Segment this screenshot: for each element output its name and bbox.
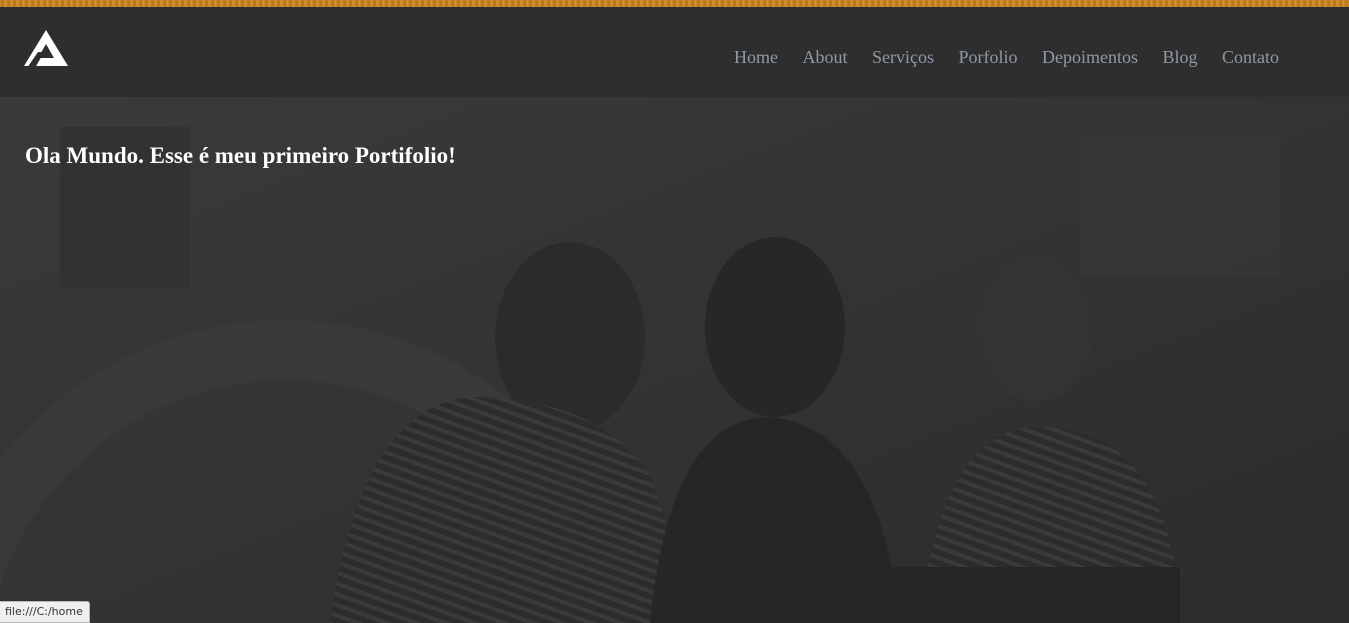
top-accent-strip bbox=[0, 0, 1349, 7]
nav-item-blog[interactable]: Blog bbox=[1162, 47, 1197, 68]
triangle-a-logo-icon[interactable] bbox=[24, 30, 68, 68]
hero-title: Ola Mundo. Esse é meu primeiro Portifoli… bbox=[25, 143, 456, 168]
nav-item-porfolio[interactable]: Porfolio bbox=[958, 47, 1017, 68]
hero-section: Ola Mundo. Esse é meu primeiro Portifoli… bbox=[0, 97, 1349, 623]
main-nav: Home About Serviços Porfolio Depoimentos… bbox=[709, 47, 1279, 68]
hero-background-image bbox=[0, 97, 1349, 623]
nav-item-about[interactable]: About bbox=[802, 47, 847, 68]
site-header: Home About Serviços Porfolio Depoimentos… bbox=[0, 7, 1349, 97]
nav-item-home[interactable]: Home bbox=[734, 47, 778, 68]
nav-item-contato[interactable]: Contato bbox=[1222, 47, 1279, 68]
browser-status-bar: file:///C:/home bbox=[0, 601, 90, 623]
nav-item-servicos[interactable]: Serviços bbox=[872, 47, 934, 68]
nav-item-depoimentos[interactable]: Depoimentos bbox=[1042, 47, 1138, 68]
